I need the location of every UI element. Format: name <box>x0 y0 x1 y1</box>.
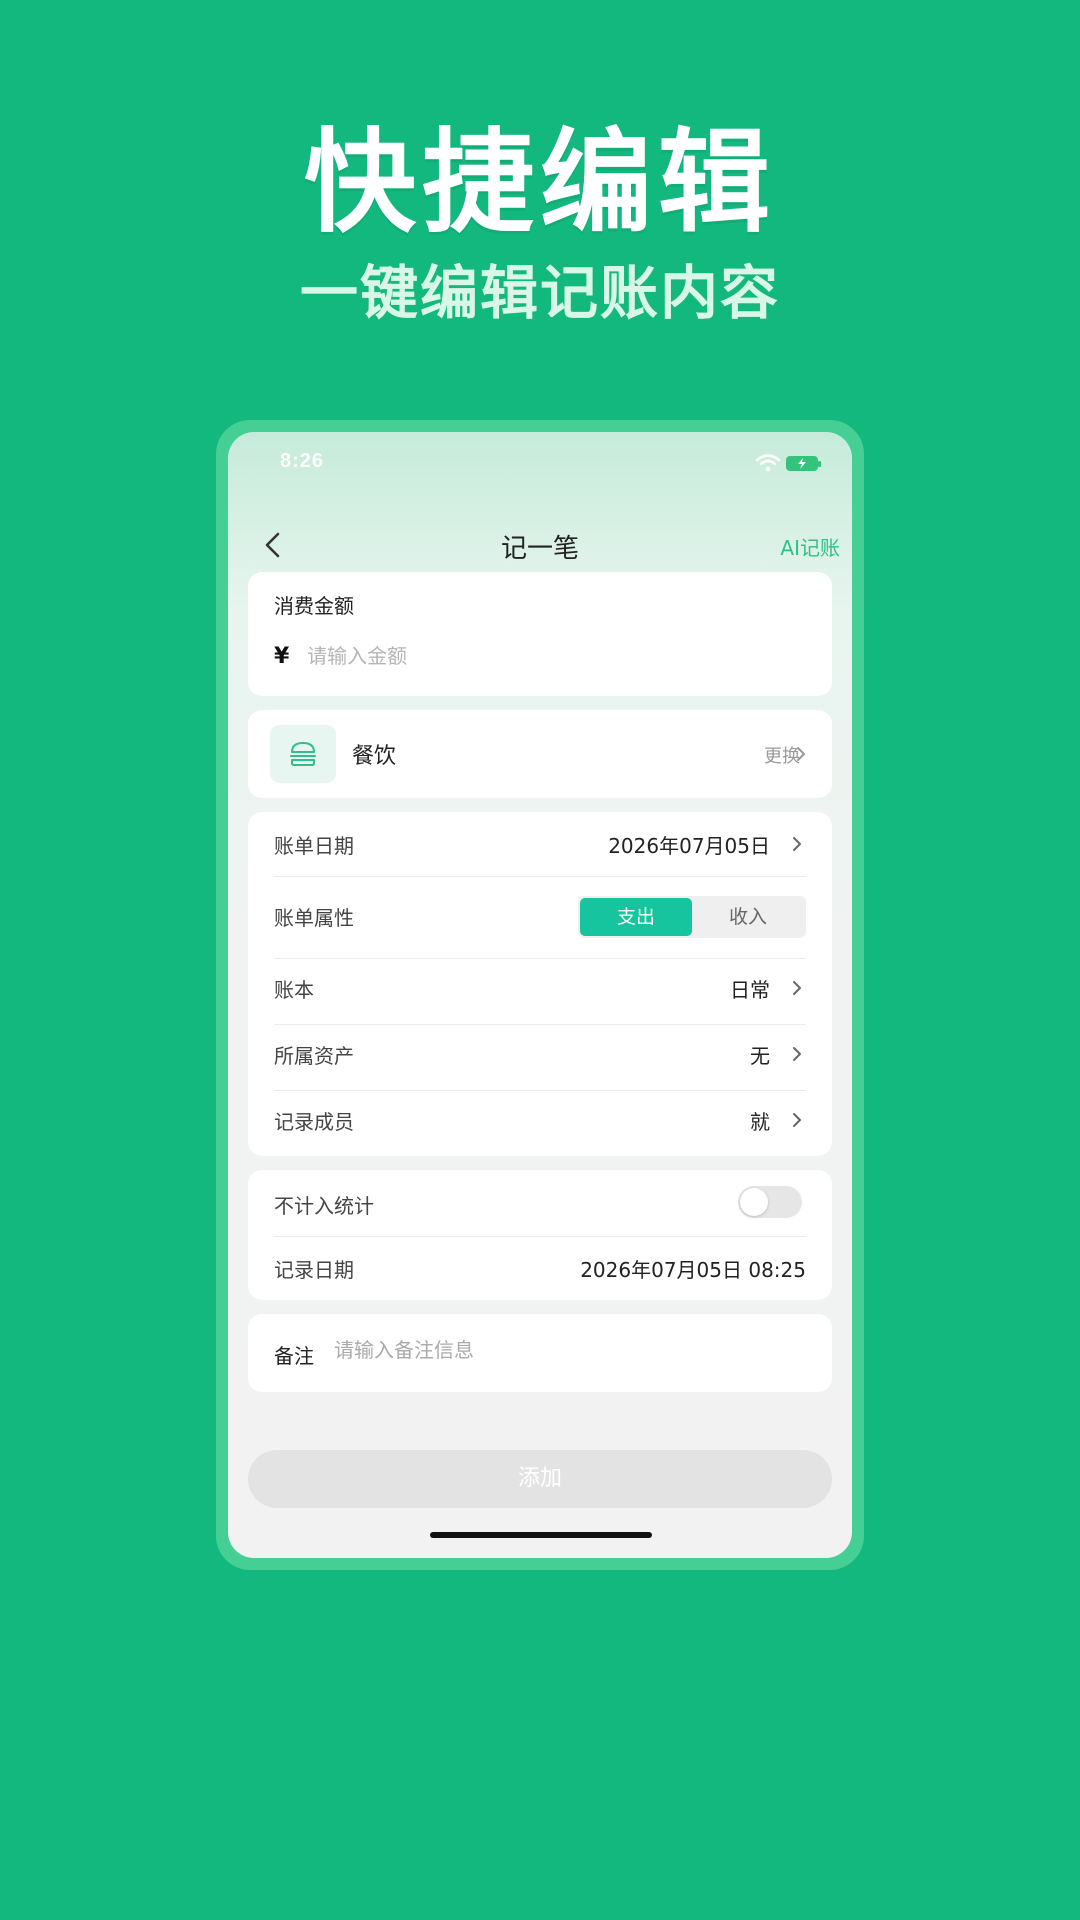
bill-type-segmented-control: 支出 收入 <box>578 896 806 938</box>
toggle-knob <box>740 1188 768 1216</box>
status-bar: 8:26 <box>228 432 852 492</box>
asset-value: 无 <box>750 1044 770 1068</box>
member-label: 记录成员 <box>274 1110 354 1134</box>
page-title: 记一笔 <box>500 534 579 564</box>
category-card[interactable]: 餐饮 更换 <box>248 710 832 798</box>
category-icon-box <box>270 725 336 783</box>
chevron-right-icon <box>793 981 801 995</box>
nav-bar: 记一笔 AI记账 <box>228 514 852 574</box>
asset-label: 所属资产 <box>274 1044 354 1068</box>
bill-date-value: 2026年07月05日 <box>608 834 770 858</box>
category-name: 餐饮 <box>352 744 397 769</box>
bill-date-label: 账单日期 <box>274 834 354 858</box>
chevron-right-icon <box>793 1047 801 1061</box>
bill-type-row: 账单属性 支出 收入 <box>274 876 806 958</box>
record-date-row: 记录日期 2026年07月05日 08:25 <box>274 1236 806 1300</box>
ledger-row[interactable]: 账本 日常 <box>274 958 806 1024</box>
ledger-label: 账本 <box>274 978 314 1002</box>
wifi-icon <box>756 454 780 472</box>
ledger-value: 日常 <box>730 978 770 1002</box>
currency-symbol: ¥ <box>274 644 290 669</box>
promo-page: 快捷编辑 一键编辑记账内容 8:26 记一笔 AI记账 消费金额 ¥ 请输入金额… <box>0 0 1080 1920</box>
phone-screen: 8:26 记一笔 AI记账 消费金额 ¥ 请输入金额 餐饮 更换 账单日期 20… <box>228 432 852 1558</box>
status-time: 8:26 <box>280 450 325 472</box>
amount-label: 消费金额 <box>274 594 354 618</box>
chevron-right-icon <box>797 747 805 761</box>
promo-subtitle: 一键编辑记账内容 <box>299 259 780 327</box>
add-button[interactable]: 添加 <box>248 1450 832 1508</box>
phone-frame: 8:26 记一笔 AI记账 消费金额 ¥ 请输入金额 餐饮 更换 账单日期 20… <box>216 420 864 1570</box>
bill-date-row[interactable]: 账单日期 2026年07月05日 <box>274 812 806 876</box>
member-row[interactable]: 记录成员 就 <box>274 1090 806 1156</box>
record-date-label: 记录日期 <box>274 1258 354 1282</box>
burger-icon <box>290 742 316 766</box>
exclude-stats-label: 不计入统计 <box>274 1194 374 1218</box>
exclude-stats-row: 不计入统计 <box>274 1172 806 1236</box>
amount-card: 消费金额 ¥ <box>248 572 832 696</box>
promo-title: 快捷编辑 <box>304 118 776 248</box>
record-date-value: 2026年07月05日 08:25 <box>580 1258 806 1282</box>
amount-row: ¥ <box>274 644 708 674</box>
chevron-right-icon <box>793 1113 801 1127</box>
amount-input[interactable] <box>307 644 708 668</box>
battery-charging-icon <box>786 456 821 471</box>
expense-option[interactable]: 支出 <box>580 898 692 936</box>
note-card: 备注 <box>248 1314 832 1392</box>
exclude-stats-toggle[interactable] <box>738 1186 802 1218</box>
income-option[interactable]: 收入 <box>692 898 804 936</box>
asset-row[interactable]: 所属资产 无 <box>274 1024 806 1090</box>
note-input[interactable] <box>334 1338 794 1362</box>
bill-type-label: 账单属性 <box>274 906 354 930</box>
details-card: 账单日期 2026年07月05日 账单属性 支出 收入 账本 日常 所属资产 无… <box>248 812 832 1156</box>
chevron-right-icon <box>793 837 801 851</box>
home-indicator <box>430 1532 652 1538</box>
member-value: 就 <box>750 1110 770 1134</box>
ai-bookkeeping-button[interactable]: AI记账 <box>780 532 840 561</box>
change-category-button[interactable]: 更换 <box>764 742 800 768</box>
note-label: 备注 <box>274 1344 314 1368</box>
stats-card: 不计入统计 记录日期 2026年07月05日 08:25 <box>248 1170 832 1300</box>
